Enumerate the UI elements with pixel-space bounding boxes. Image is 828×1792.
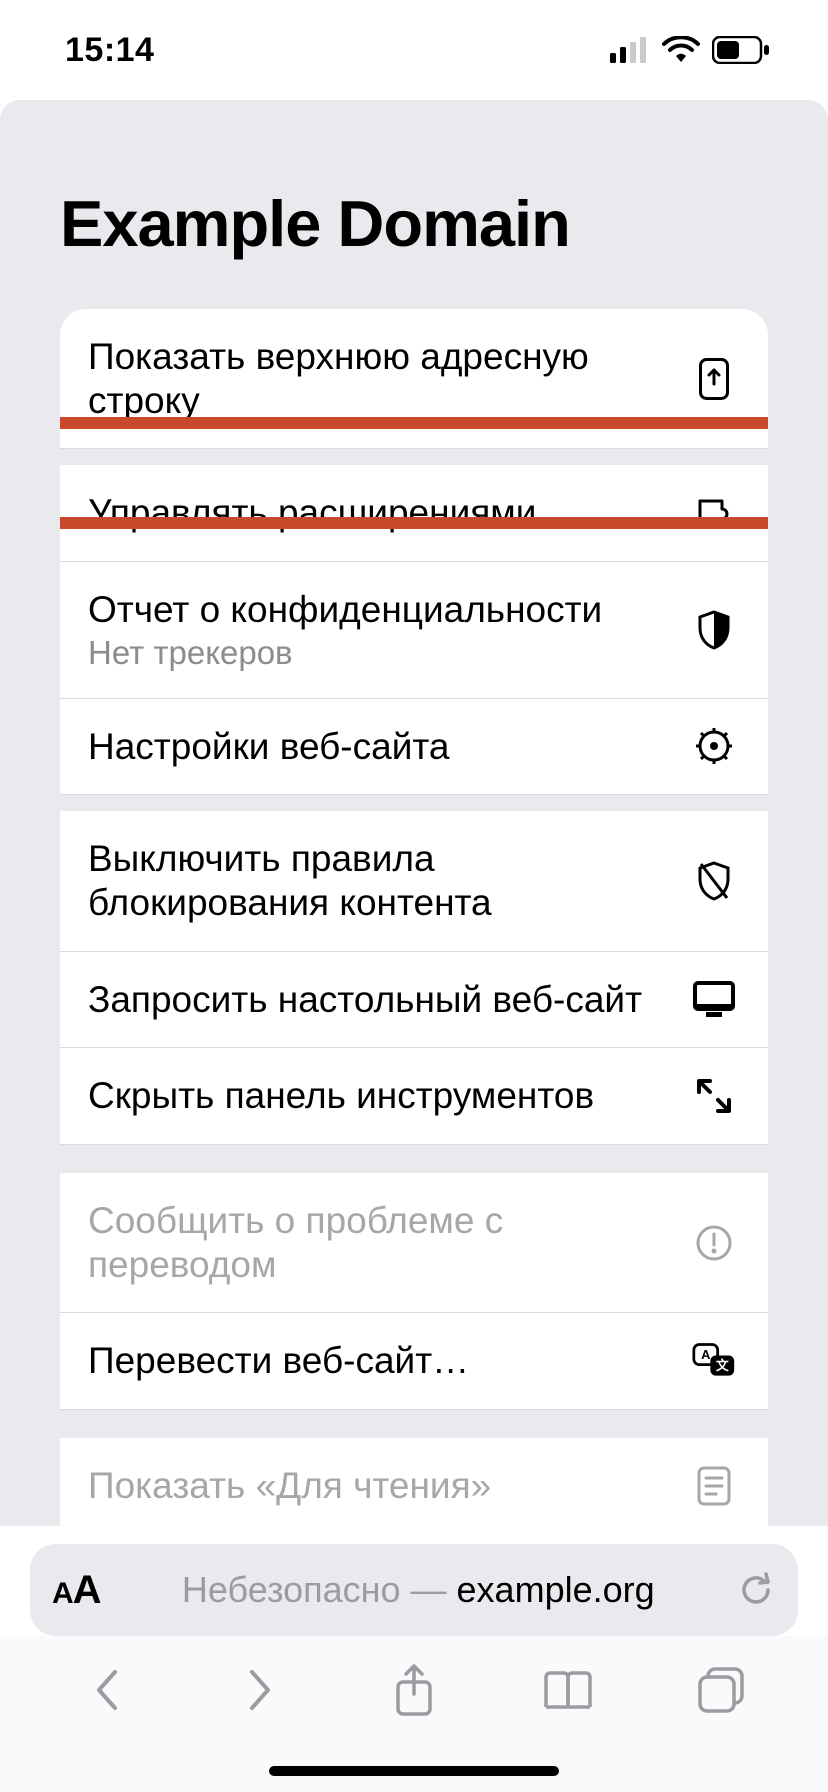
- item-label: Сообщить о проблеме с переводом: [88, 1199, 676, 1286]
- actions-menu: Показать верхнюю адресную строку Управля…: [60, 309, 768, 1526]
- cell-signal-icon: [610, 37, 650, 63]
- item-label: Показать «Для чтения»: [88, 1464, 676, 1508]
- hide-toolbar-item[interactable]: Скрыть панель инструментов: [60, 1048, 768, 1145]
- page-format-button[interactable]: AA: [52, 1568, 101, 1613]
- item-sublabel: Нет трекеров: [88, 634, 676, 672]
- show-top-address-bar-item[interactable]: Показать верхнюю адресную строку: [60, 309, 768, 449]
- address-text[interactable]: Небезопасно — example.org: [101, 1569, 736, 1611]
- gear-icon: [692, 726, 736, 766]
- item-label: Отчет о конфиденциальности: [88, 588, 676, 632]
- battery-icon: [712, 36, 770, 64]
- item-label: Выключить правила блокирования контента: [88, 837, 676, 924]
- status-time: 15:14: [65, 31, 154, 70]
- page-actions-sheet: Example Domain Показать верхнюю адресную…: [0, 100, 828, 1526]
- wifi-icon: [662, 36, 700, 64]
- svg-text:A: A: [701, 1347, 710, 1362]
- share-button[interactable]: [382, 1658, 446, 1722]
- item-label: Скрыть панель инструментов: [88, 1074, 676, 1118]
- reader-icon: [692, 1466, 736, 1506]
- expand-icon: [692, 1077, 736, 1115]
- shield-icon: [692, 610, 736, 650]
- report-translation-item: Сообщить о проблеме с переводом: [60, 1173, 768, 1313]
- home-indicator: [269, 1766, 559, 1776]
- item-label: Запросить настольный веб-сайт: [88, 978, 676, 1022]
- item-label: Управлять расширениями: [88, 491, 676, 535]
- page-title: Example Domain: [0, 186, 828, 309]
- shield-off-icon: [692, 860, 736, 902]
- bottom-toolbar: [0, 1636, 828, 1792]
- disable-content-blockers-item[interactable]: Выключить правила блокирования контента: [60, 811, 768, 951]
- translate-icon: A文: [692, 1341, 736, 1381]
- insecure-label: Небезопасно —: [182, 1569, 457, 1610]
- puzzle-icon: [692, 493, 736, 533]
- item-label: Перевести веб-сайт…: [88, 1339, 676, 1383]
- privacy-report-item[interactable]: Отчет о конфиденциальности Нет трекеров: [60, 562, 768, 699]
- request-desktop-site-item[interactable]: Запросить настольный веб-сайт: [60, 952, 768, 1049]
- item-label: Показать верхнюю адресную строку: [88, 335, 676, 422]
- address-bar[interactable]: AA Небезопасно — example.org: [30, 1544, 798, 1636]
- website-settings-item[interactable]: Настройки веб-сайта: [60, 699, 768, 796]
- domain-label: example.org: [457, 1569, 655, 1610]
- desktop-icon: [692, 980, 736, 1018]
- translate-website-item[interactable]: Перевести веб-сайт… A文: [60, 1313, 768, 1410]
- tabs-button[interactable]: [689, 1658, 753, 1722]
- status-bar: 15:14: [0, 0, 828, 100]
- address-bar-top-icon: [692, 358, 736, 400]
- back-button[interactable]: [75, 1658, 139, 1722]
- svg-text:文: 文: [716, 1358, 729, 1373]
- forward-button[interactable]: [228, 1658, 292, 1722]
- manage-extensions-item[interactable]: Управлять расширениями: [60, 465, 768, 562]
- item-label: Настройки веб-сайта: [88, 725, 676, 769]
- status-indicators: [610, 36, 770, 64]
- show-reader-item: Показать «Для чтения»: [60, 1438, 768, 1526]
- alert-icon: [692, 1224, 736, 1262]
- reload-icon[interactable]: [736, 1570, 776, 1610]
- bookmarks-button[interactable]: [536, 1658, 600, 1722]
